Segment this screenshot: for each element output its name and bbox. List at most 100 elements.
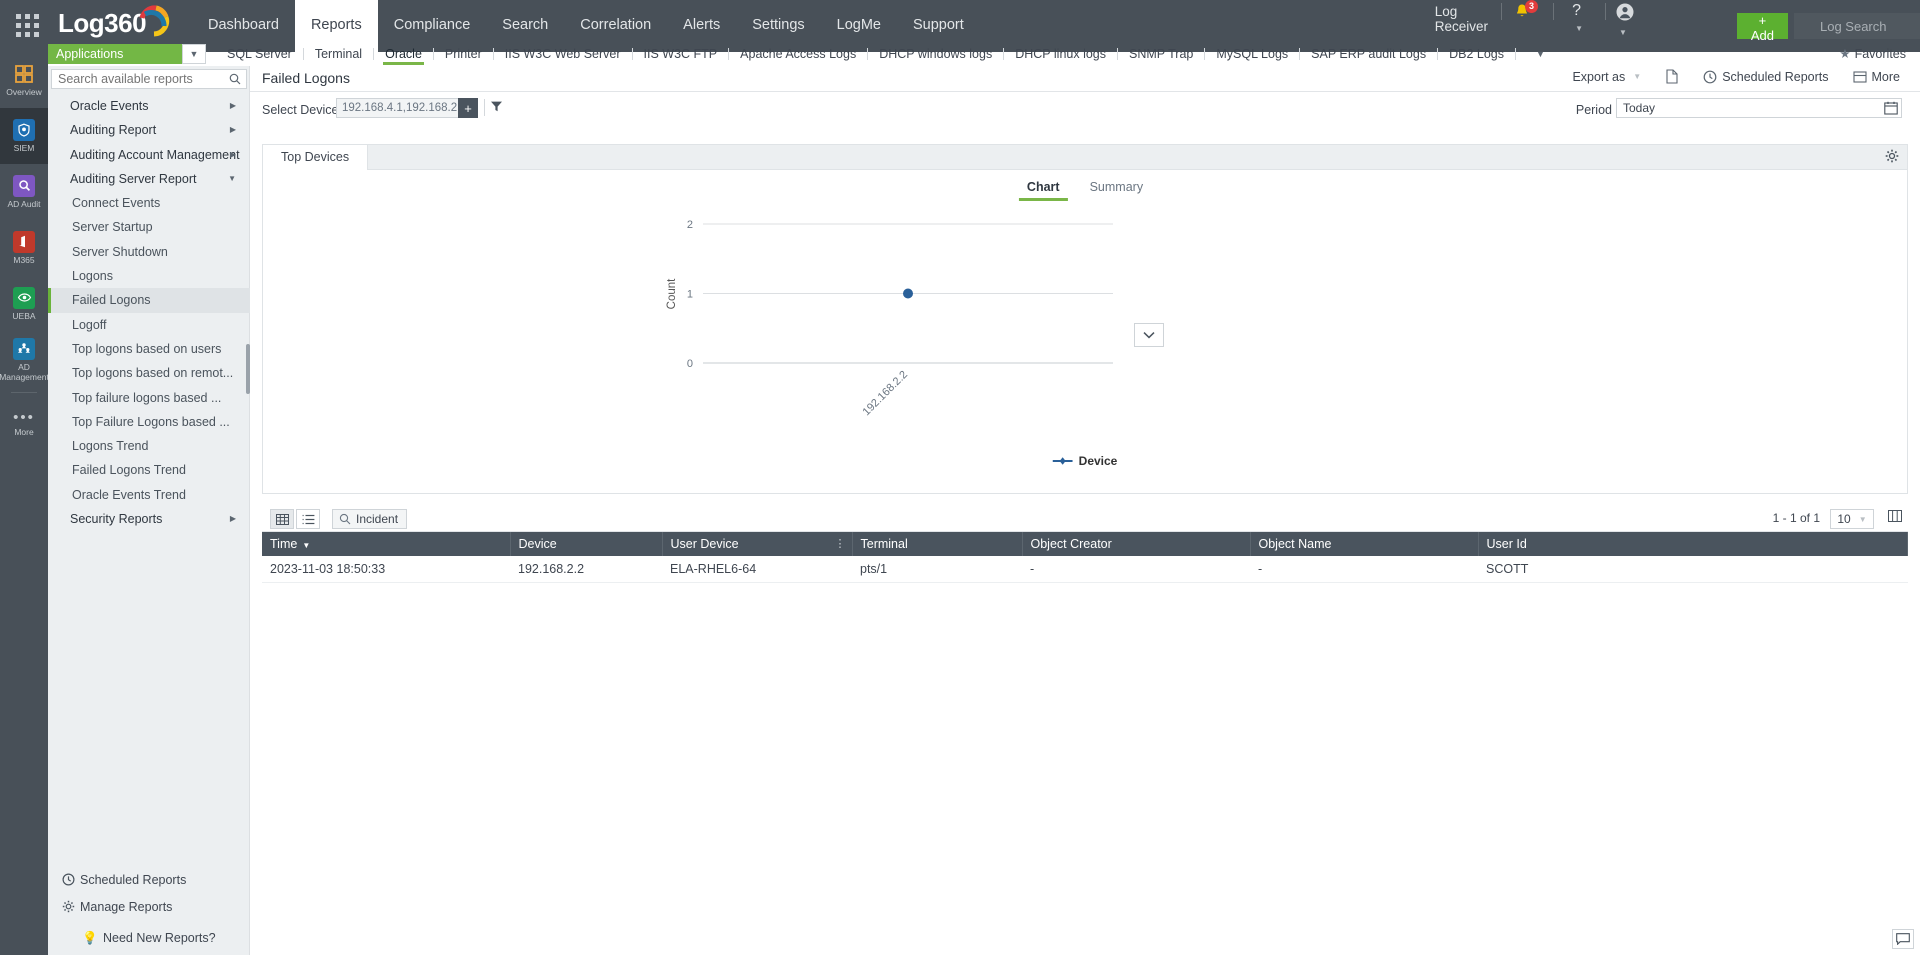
table-header-row: Time ▼ Device User Device ⋮ Terminal Obje… <box>262 532 1908 556</box>
app-tab-iis-w3c-ftp[interactable]: IIS W3C FTP <box>633 47 729 61</box>
add-button[interactable]: + Add <box>1736 13 1788 43</box>
cell-device: 192.168.2.2 <box>510 556 662 583</box>
rail-item-m365[interactable]: M365 <box>0 220 48 276</box>
tree-node-failed-logons-trend[interactable]: Failed Logons Trend <box>48 458 250 482</box>
app-tab-apache-access-logs[interactable]: Apache Access Logs <box>729 47 867 61</box>
app-tab-dhcp-windows-logs[interactable]: DHCP windows logs <box>868 47 1003 61</box>
tree-node-security-reports[interactable]: Security Reports ▶ <box>48 507 250 531</box>
add-device-button[interactable]: + <box>458 98 478 118</box>
tree-node-logoff[interactable]: Logoff <box>48 313 250 337</box>
apps-grid-icon[interactable] <box>14 12 42 40</box>
app-tab-dhcp-linux-logs[interactable]: DHCP linux logs <box>1004 47 1117 61</box>
rail-item-ad-management[interactable]: AD Management <box>0 332 49 388</box>
tree-node-oracle-events[interactable]: Oracle Events ▶ <box>48 94 250 118</box>
column-header-object-name[interactable]: Object Name <box>1250 532 1479 556</box>
tree-node-auditing-report[interactable]: Auditing Report ▶ <box>48 118 250 142</box>
app-tab-sql-server[interactable]: SQL Server <box>216 47 303 61</box>
divider <box>1514 48 1516 60</box>
tree-node-label: Top Failure Logons based ... <box>72 414 230 429</box>
funnel-icon[interactable] <box>490 100 503 116</box>
period-input[interactable] <box>1616 98 1902 118</box>
select-device-input[interactable] <box>336 98 462 118</box>
column-menu-icon[interactable]: ⋮ <box>835 537 846 550</box>
table-view-icon[interactable] <box>270 509 294 529</box>
rail-item-overview[interactable]: Overview <box>0 52 48 108</box>
scheduled-reports-button[interactable]: Scheduled Reports <box>1691 70 1840 84</box>
need-new-reports-link[interactable]: 💡 Need New Reports? <box>48 921 250 955</box>
rail-item-ad-audit[interactable]: AD Audit <box>0 164 48 220</box>
cell-user-device: ELA-RHEL6-64 <box>662 556 852 583</box>
tree-node-label: Failed Logons Trend <box>72 463 186 478</box>
tree-node-auditing-server-report[interactable]: Auditing Server Report ▼ <box>48 167 250 191</box>
chevron-down-icon[interactable]: ▼ <box>182 44 206 64</box>
content-area: Failed Logons Export as ▼ Scheduled Repor… <box>250 66 1920 955</box>
app-tab-iis-w3c-web-server[interactable]: IIS W3C Web Server <box>494 47 632 61</box>
manage-reports-link[interactable]: Manage Reports <box>48 894 250 921</box>
avatar[interactable]: ▼ <box>1616 3 1634 39</box>
list-view-icon[interactable] <box>296 509 320 529</box>
app-tab-snmp-trap[interactable]: SNMP Trap <box>1118 47 1204 61</box>
tree-node-failed-logons[interactable]: Failed Logons <box>48 288 250 313</box>
column-header-terminal[interactable]: Terminal <box>852 532 1023 556</box>
scheduled-reports-link[interactable]: Scheduled Reports <box>48 867 250 894</box>
column-label: Time <box>270 537 298 551</box>
gear-icon[interactable] <box>1885 149 1899 166</box>
report-tree-panel: Oracle Events ▶ Auditing Report ▶ Auditing… <box>48 66 250 955</box>
app-tab-terminal[interactable]: Terminal <box>304 47 373 61</box>
tree-node-server-startup[interactable]: Server Startup <box>48 215 250 239</box>
export-as-button[interactable]: Export as ▼ <box>1560 70 1653 84</box>
search-reports-input[interactable] <box>52 70 224 88</box>
clock-icon <box>1703 70 1717 83</box>
help-icon[interactable]: ?▼ <box>1572 2 1583 38</box>
app-tab-printer[interactable]: Printer <box>434 47 493 61</box>
incident-button[interactable]: Incident <box>332 509 408 529</box>
app-tab-sap-erp-audit-logs[interactable]: SAP ERP audit Logs <box>1300 47 1437 61</box>
tree-node-connect-events[interactable]: Connect Events <box>48 191 250 215</box>
more-button[interactable]: More <box>1841 70 1912 84</box>
tree-node-server-shutdown[interactable]: Server Shutdown <box>48 240 250 264</box>
app-tab-db2-logs[interactable]: DB2 Logs <box>1438 47 1515 61</box>
calendar-icon[interactable] <box>1884 101 1898 118</box>
column-header-user-id[interactable]: User Id <box>1478 532 1908 556</box>
tree-node-auditing-account-management[interactable]: Auditing Account Management ▶ <box>48 143 250 167</box>
tree-node-label: Logons Trend <box>72 439 149 454</box>
rail-item-siem[interactable]: SIEM <box>0 108 48 164</box>
column-chooser-icon[interactable] <box>1888 510 1902 525</box>
card-tab-top-devices[interactable]: Top Devices <box>263 145 369 170</box>
column-header-object-creator[interactable]: Object Creator <box>1022 532 1251 556</box>
eye-icon <box>13 286 35 309</box>
page-size-select[interactable]: 10 ▼ <box>1830 509 1874 529</box>
export-doc-icon[interactable] <box>1653 69 1691 84</box>
search-icon[interactable] <box>229 73 241 85</box>
column-header-device[interactable]: Device <box>510 532 663 556</box>
app-tabs-more-icon[interactable]: ▼ <box>1526 49 1555 59</box>
tree-node-top-logons-based-on-users[interactable]: Top logons based on users <box>48 337 250 361</box>
tree-node-logons[interactable]: Logons <box>48 264 250 288</box>
more-label: More <box>1871 69 1900 84</box>
app-tab-oracle[interactable]: Oracle <box>374 47 433 65</box>
cell-object-creator: - <box>1022 556 1250 583</box>
column-header-user-device[interactable]: User Device ⋮ <box>662 532 853 556</box>
chat-icon <box>1896 933 1910 945</box>
table-row[interactable]: 2023-11-03 18:50:33 192.168.2.2 ELA-RHEL… <box>262 556 1908 583</box>
chat-support-button[interactable] <box>1892 929 1914 949</box>
tree-node-top-failure-logons-based-2[interactable]: Top Failure Logons based ... <box>48 410 250 434</box>
rail-label: More <box>14 427 34 438</box>
tree-node-top-logons-based-on-remote[interactable]: Top logons based on remot... <box>48 361 250 385</box>
chevron-down-icon: ▼ <box>228 173 236 183</box>
rail-item-ueba[interactable]: UEBA <box>0 276 48 332</box>
chart-menu-button[interactable] <box>1134 323 1164 347</box>
tree-node-top-failure-logons-based[interactable]: Top failure logons based ... <box>48 386 250 410</box>
logo[interactable]: Log360 <box>58 5 170 39</box>
tree-node-logons-trend[interactable]: Logons Trend <box>48 434 250 458</box>
app-tab-mysql-logs[interactable]: MySQL Logs <box>1205 47 1299 61</box>
column-label: User Device <box>670 537 739 551</box>
applications-selector[interactable]: Applications <box>48 44 182 64</box>
column-header-time[interactable]: Time ▼ <box>262 532 511 556</box>
favorites-button[interactable]: ★ Favorites <box>1839 46 1906 61</box>
tree-node-oracle-events-trend[interactable]: Oracle Events Trend <box>48 483 250 507</box>
rail-item-more[interactable]: ••• More <box>0 397 48 453</box>
log-receiver-link[interactable]: Log Receiver <box>1435 4 1488 34</box>
svg-text:1: 1 <box>687 289 693 301</box>
log-search-input[interactable] <box>1794 13 1920 39</box>
